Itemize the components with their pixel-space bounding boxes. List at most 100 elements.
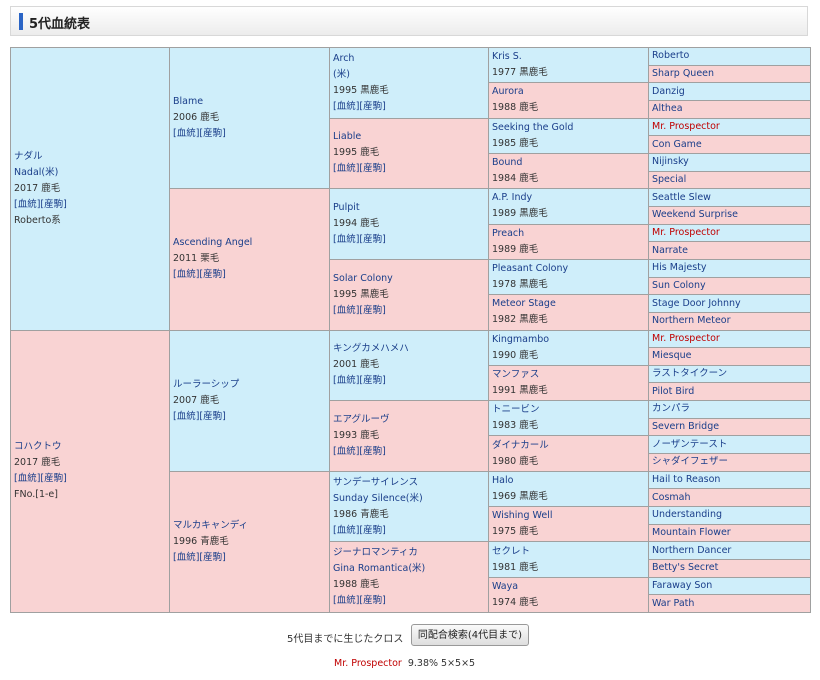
pedigree-link[interactable]: [血統] — [173, 128, 199, 139]
pedigree-link[interactable]: [血統] — [333, 234, 359, 245]
foal-link[interactable]: [産駒] — [359, 101, 385, 112]
horse-name-link[interactable]: ナダル — [14, 149, 166, 165]
horse-name-link[interactable]: ノーザンテースト — [652, 439, 727, 450]
horse-name-link[interactable]: ルーラーシップ — [173, 377, 326, 393]
horse-name-link[interactable]: Althea — [652, 103, 683, 114]
horse-name-link[interactable]: Pilot Bird — [652, 386, 694, 397]
horse-name-link[interactable]: エアグルーヴ — [333, 412, 485, 428]
foal-link[interactable]: [産駒] — [40, 473, 66, 484]
pedigree-link[interactable]: [血統] — [333, 595, 359, 606]
horse-name-link[interactable]: マルカキャンディ — [173, 518, 326, 534]
horse-name-link[interactable]: Mr. Prospector — [652, 227, 720, 238]
foal-link[interactable]: [産駒] — [359, 525, 385, 536]
pedigree-link[interactable]: [血統] — [333, 525, 359, 536]
horse-name-link[interactable]: Northern Meteor — [652, 315, 731, 326]
horse-name-link[interactable]: シャダイフェザー — [652, 456, 728, 467]
horse-name-link[interactable]: Danzig — [652, 86, 685, 97]
horse-name-link[interactable]: Halo — [492, 473, 645, 489]
pedigree-link[interactable]: [血統] — [173, 411, 199, 422]
horse-name-link[interactable]: Cosmah — [652, 492, 691, 503]
gen1-ancestor: コハクトウ 2017 鹿毛 [血統][産駒] FNo.[1-e] — [10, 329, 170, 613]
pedigree-link[interactable]: [血統] — [333, 305, 359, 316]
pedigree-link[interactable]: [血統] — [173, 552, 199, 563]
horse-name-link[interactable]: Betty's Secret — [652, 562, 718, 573]
horse-name-link[interactable]: Understanding — [652, 509, 722, 520]
horse-name-link[interactable]: Weekend Surprise — [652, 209, 738, 220]
horse-name-link[interactable]: Narrate — [652, 245, 688, 256]
horse-name-link[interactable]: サンデーサイレンス — [333, 475, 485, 491]
foal-link[interactable]: [産駒] — [199, 552, 225, 563]
foal-link[interactable]: [産駒] — [199, 128, 225, 139]
horse-name-link[interactable]: キングカメハメハ — [333, 341, 485, 357]
foal-link[interactable]: [産駒] — [359, 234, 385, 245]
pedigree-link[interactable]: [血統] — [333, 446, 359, 457]
pedigree-row: ナダル Nadal(米) 2017 鹿毛 [血統][産駒] Roberto系 Blame 2… — [10, 46, 811, 331]
horse-name-link[interactable]: コハクトウ — [14, 439, 166, 455]
horse-info: 1988 鹿毛 — [492, 102, 539, 114]
foal-link[interactable]: [産駒] — [359, 375, 385, 386]
horse-name-link[interactable]: Liable — [333, 129, 485, 145]
horse-name-link[interactable]: Meteor Stage — [492, 296, 645, 312]
horse-name-link[interactable]: War Path — [652, 598, 694, 609]
horse-name-link[interactable]: Mr. Prospector — [652, 121, 720, 132]
horse-name-link[interactable]: ジーナロマンティカ — [333, 545, 485, 561]
foal-link[interactable]: [産駒] — [359, 595, 385, 606]
horse-name-link[interactable]: Kingmambo — [492, 332, 645, 348]
foal-link[interactable]: [産駒] — [359, 446, 385, 457]
foal-link[interactable]: [産駒] — [199, 411, 225, 422]
horse-name-link[interactable]: His Majesty — [652, 262, 707, 273]
horse-name-link[interactable]: Faraway Son — [652, 580, 712, 591]
gen5-ancestor: ノーザンテースト — [648, 435, 811, 455]
pedigree-link[interactable]: [血統] — [333, 163, 359, 174]
horse-name-link[interactable]: Severn Bridge — [652, 421, 719, 432]
horse-name-link[interactable]: Wishing Well — [492, 508, 645, 524]
horse-name-link[interactable]: Aurora — [492, 84, 645, 100]
horse-name-link[interactable]: Waya — [492, 579, 645, 595]
horse-name-link[interactable]: Solar Colony — [333, 271, 485, 287]
horse-name-link[interactable]: Pulpit — [333, 200, 485, 216]
horse-name-link[interactable]: Sun Colony — [652, 280, 706, 291]
horse-name-link[interactable]: Pleasant Colony — [492, 261, 645, 277]
horse-name-link[interactable]: Roberto — [652, 50, 689, 61]
horse-name-link[interactable]: Bound — [492, 155, 645, 171]
horse-name-link[interactable]: Mr. Prospector — [652, 333, 720, 344]
horse-name-link[interactable]: A.P. Indy — [492, 190, 645, 206]
gen4-ancestor: A.P. Indy 1989 黒鹿毛 — [488, 188, 649, 225]
foal-link[interactable]: [産駒] — [359, 305, 385, 316]
horse-name-link[interactable]: Hail to Reason — [652, 474, 720, 485]
horse-name-link[interactable]: マンファス — [492, 367, 645, 383]
horse-name-link[interactable]: カンパラ — [652, 403, 690, 414]
horse-name-link[interactable]: Miesque — [652, 350, 692, 361]
pedigree-link[interactable]: [血統] — [14, 473, 40, 484]
horse-name-link[interactable]: Blame — [173, 94, 326, 110]
horse-name-link[interactable]: Mountain Flower — [652, 527, 731, 538]
foal-link[interactable]: [産駒] — [40, 199, 66, 210]
pedigree-link[interactable]: [血統] — [173, 269, 199, 280]
horse-name-link[interactable]: Preach — [492, 226, 645, 242]
gen4-ancestor: Waya 1974 鹿毛 — [488, 576, 649, 614]
horse-name-link[interactable]: Arch — [333, 51, 485, 67]
horse-name-link[interactable]: ダイナカール — [492, 438, 645, 454]
foal-link[interactable]: [産駒] — [359, 163, 385, 174]
horse-info: 1994 鹿毛 — [333, 218, 380, 230]
horse-name-link[interactable]: Con Game — [652, 139, 702, 150]
horse-name-link[interactable]: セクレト — [492, 544, 645, 560]
horse-name-link[interactable]: Northern Dancer — [652, 545, 731, 556]
horse-name-link[interactable]: Nijinsky — [652, 156, 689, 167]
horse-name-link[interactable]: ラストタイクーン — [652, 368, 727, 379]
horse-name-link[interactable]: Stage Door Johnny — [652, 298, 741, 309]
cross-horse-link[interactable]: Mr. Prospector — [334, 658, 402, 669]
same-mating-search-button[interactable]: 同配合検索(4代目まで) — [411, 624, 529, 646]
pedigree-link[interactable]: [血統] — [333, 375, 359, 386]
horse-name-link[interactable]: Seattle Slew — [652, 192, 711, 203]
pedigree-link[interactable]: [血統] — [333, 101, 359, 112]
foal-link[interactable]: [産駒] — [199, 269, 225, 280]
pedigree-link[interactable]: [血統] — [14, 199, 40, 210]
horse-name-link[interactable]: Seeking the Gold — [492, 120, 645, 136]
horse-name-link[interactable]: Kris S. — [492, 49, 645, 65]
horse-name-link[interactable]: Ascending Angel — [173, 235, 326, 251]
horse-name-link[interactable]: トニービン — [492, 402, 645, 418]
gen5-ancestor: Northern Meteor — [648, 311, 811, 331]
horse-name-link[interactable]: Sharp Queen — [652, 68, 714, 79]
horse-name-link[interactable]: Special — [652, 174, 686, 185]
